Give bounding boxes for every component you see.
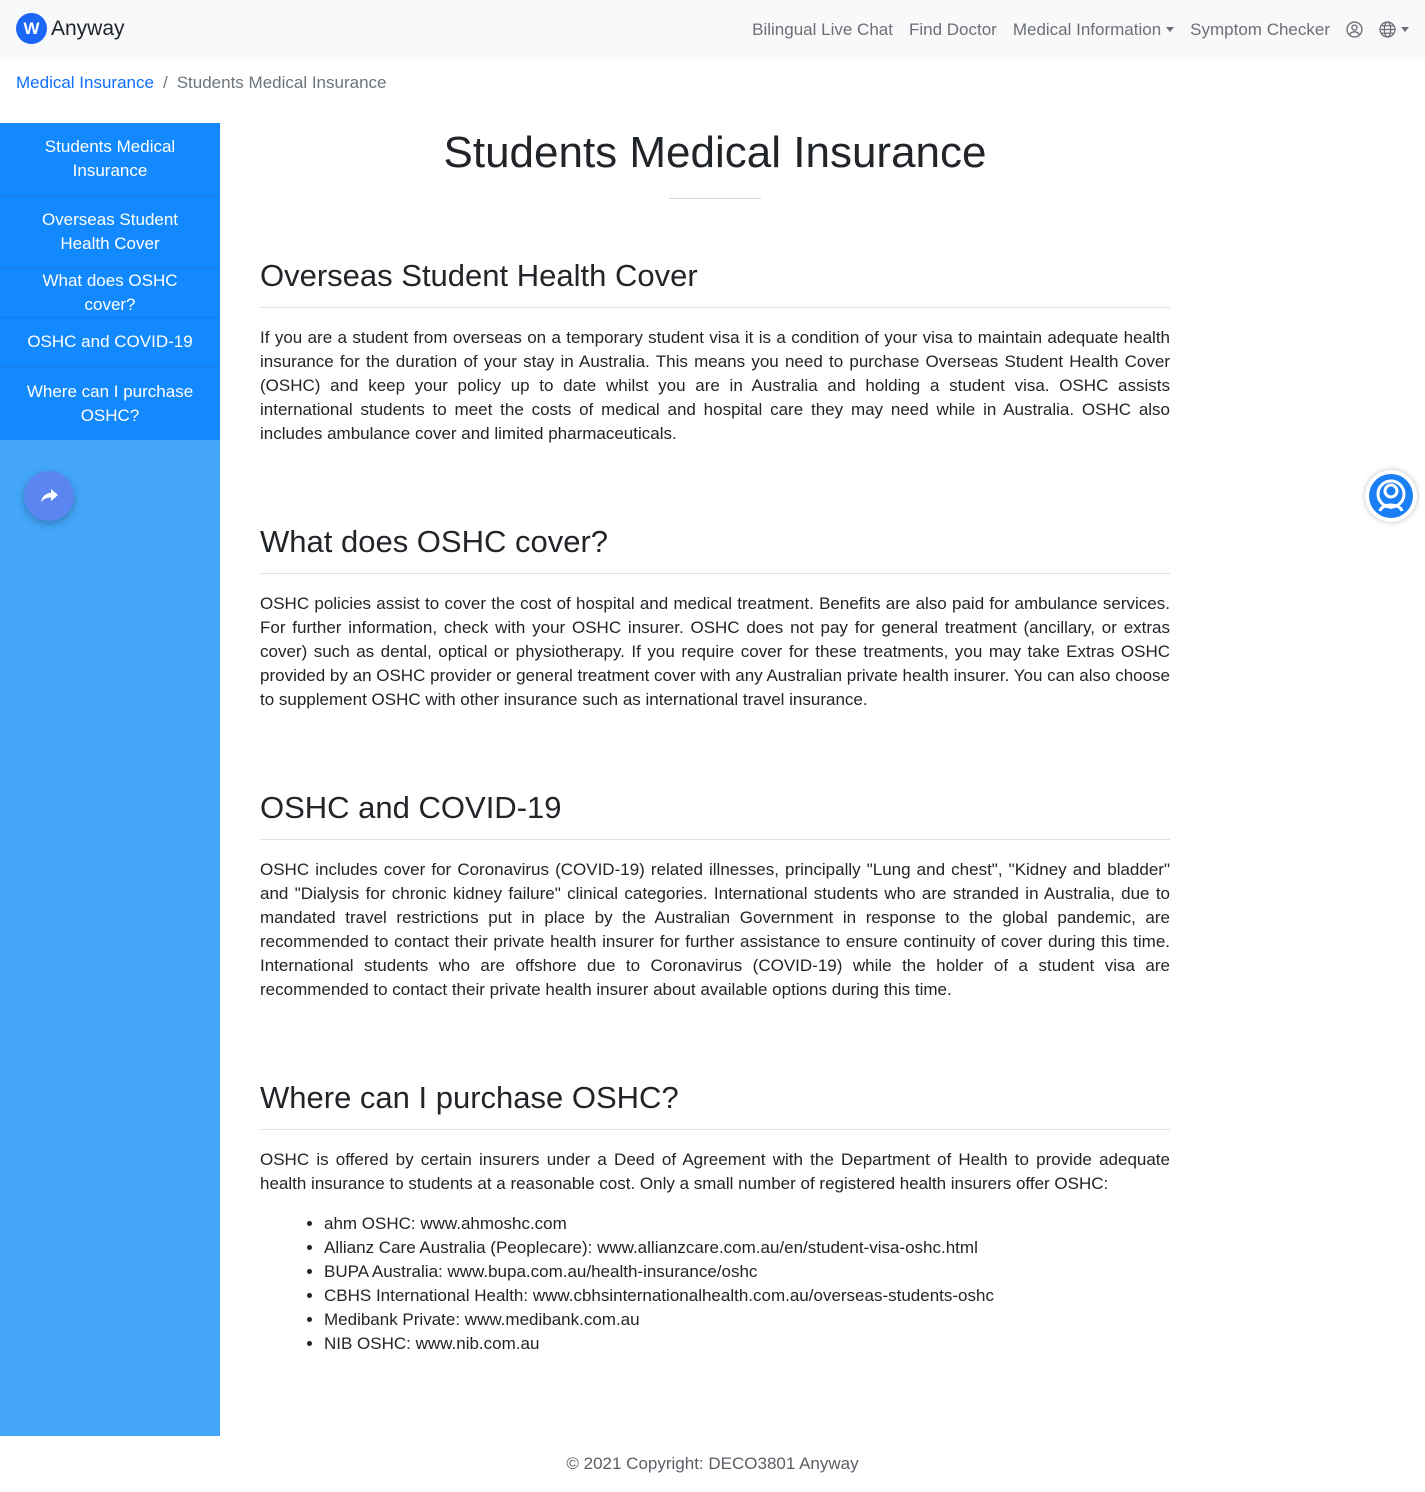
list-item: Medibank Private: www.medibank.com.au bbox=[324, 1308, 1170, 1332]
section-what-does-oshc-cover: What does OSHC cover? OSHC policies assi… bbox=[260, 523, 1170, 712]
globe-icon bbox=[1379, 21, 1396, 38]
brand-link[interactable]: W Anyway bbox=[16, 13, 125, 44]
nav-live-chat[interactable]: Bilingual Live Chat bbox=[744, 20, 901, 40]
brand-logo-icon: W bbox=[16, 13, 47, 44]
support-agent-icon bbox=[1369, 474, 1413, 518]
nav-symptom-checker[interactable]: Symptom Checker bbox=[1182, 20, 1338, 40]
share-icon bbox=[41, 489, 58, 503]
sidebar-item-students-medical-insurance[interactable]: Students Medical Insurance bbox=[0, 123, 220, 196]
sidebar-item-what-does-oshc-cover[interactable]: What does OSHC cover? bbox=[0, 269, 220, 318]
list-item: ahm OSHC: www.ahmoshc.com bbox=[324, 1212, 1170, 1236]
sidebar-menu: Students Medical Insurance Overseas Stud… bbox=[0, 123, 220, 440]
breadcrumb-separator: / bbox=[162, 73, 168, 92]
sidebar: Students Medical Insurance Overseas Stud… bbox=[0, 123, 220, 1436]
section-oshc-and-covid: OSHC and COVID-19 OSHC includes cover fo… bbox=[260, 789, 1170, 1002]
breadcrumb-medical-insurance[interactable]: Medical Insurance bbox=[16, 73, 154, 93]
nav-medical-information-dropdown[interactable]: Medical Information bbox=[1005, 20, 1182, 40]
list-item: BUPA Australia: www.bupa.com.au/health-i… bbox=[324, 1260, 1170, 1284]
footer-copyright: © 2021 Copyright: DECO3801 Anyway bbox=[566, 1454, 859, 1473]
title-divider bbox=[669, 198, 761, 199]
page-title: Students Medical Insurance bbox=[443, 128, 987, 177]
brand-name: Anyway bbox=[51, 16, 125, 40]
section-text: If you are a student from overseas on a … bbox=[260, 328, 1170, 443]
section-text: OSHC policies assist to cover the cost o… bbox=[260, 594, 1171, 709]
nav-links: Bilingual Live Chat Find Doctor Medical … bbox=[744, 0, 1417, 59]
list-item: NIB OSHC: www.nib.com.au bbox=[324, 1332, 1170, 1356]
insurer-list: ahm OSHC: www.ahmoshc.com Allianz Care A… bbox=[260, 1212, 1170, 1356]
section-heading: Overseas Student Health Cover bbox=[260, 257, 1170, 308]
section-heading: What does OSHC cover? bbox=[260, 523, 1170, 574]
support-chat-button[interactable] bbox=[1365, 470, 1417, 522]
section-overseas-student-health-cover: Overseas Student Health Cover If you are… bbox=[260, 257, 1170, 446]
language-dropdown[interactable] bbox=[1371, 21, 1417, 38]
user-icon[interactable] bbox=[1338, 21, 1371, 38]
section-text: OSHC includes cover for Coronavirus (COV… bbox=[260, 860, 1170, 999]
list-item: CBHS International Health: www.cbhsinter… bbox=[324, 1284, 1170, 1308]
footer: © 2021 Copyright: DECO3801 Anyway bbox=[0, 1436, 1425, 1492]
sidebar-item-oshc-and-covid[interactable]: OSHC and COVID-19 bbox=[0, 318, 220, 367]
nav-find-doctor[interactable]: Find Doctor bbox=[901, 20, 1005, 40]
main-content: Students Medical Insurance Overseas Stud… bbox=[260, 123, 1170, 1353]
top-navbar: W Anyway Bilingual Live Chat Find Doctor… bbox=[0, 0, 1425, 59]
section-text: OSHC is offered by certain insurers unde… bbox=[260, 1150, 1170, 1193]
section-where-purchase-oshc: Where can I purchase OSHC? OSHC is offer… bbox=[260, 1079, 1170, 1356]
breadcrumb: Medical Insurance / Students Medical Ins… bbox=[16, 73, 387, 93]
list-item: Allianz Care Australia (Peoplecare): www… bbox=[324, 1236, 1170, 1260]
share-button[interactable] bbox=[24, 471, 74, 521]
section-heading: OSHC and COVID-19 bbox=[260, 789, 1170, 840]
section-heading: Where can I purchase OSHC? bbox=[260, 1079, 1170, 1130]
chevron-down-icon bbox=[1401, 27, 1409, 32]
chevron-down-icon bbox=[1166, 27, 1175, 32]
sidebar-item-where-purchase-oshc[interactable]: Where can I purchase OSHC? bbox=[0, 367, 220, 440]
nav-medical-information-label: Medical Information bbox=[1012, 19, 1162, 39]
sidebar-item-overseas-student-health-cover[interactable]: Overseas Student Health Cover bbox=[0, 196, 220, 269]
breadcrumb-current: Students Medical Insurance bbox=[176, 73, 387, 92]
